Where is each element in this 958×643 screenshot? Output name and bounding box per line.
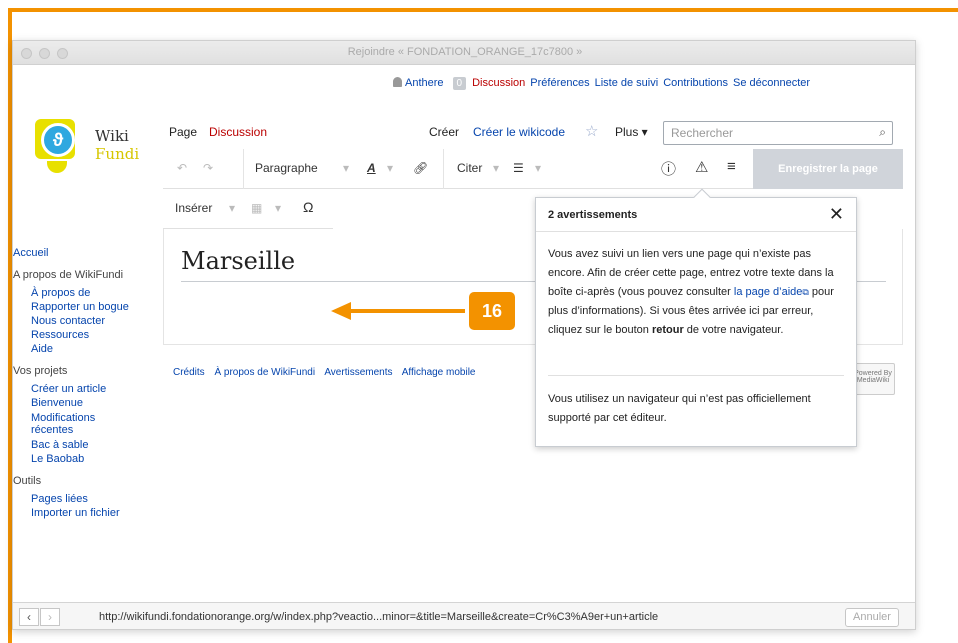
warnings-popup: 2 avertissements ✕ Vous avez suivi un li… <box>535 188 857 447</box>
sidebar-item-recent-changes[interactable]: Modifications récentes <box>31 412 121 436</box>
chevron-down-icon: ▾ <box>275 201 282 215</box>
sidebar-item-report-bug[interactable]: Rapporter un bogue <box>31 300 153 314</box>
list-icon[interactable]: ☰ <box>513 161 524 175</box>
cancel-button[interactable]: Annuler <box>845 608 899 627</box>
user-icon <box>393 77 402 87</box>
sidebar-item-home[interactable]: Accueil <box>13 246 153 260</box>
user-link[interactable]: Anthere <box>405 77 444 89</box>
more-menu[interactable]: Plus ▾ <box>615 125 648 139</box>
link-icon[interactable]: 🔗︎ <box>413 161 428 175</box>
chevron-down-icon: ▾ <box>229 201 236 215</box>
chevron-down-icon: ▾ <box>535 161 542 175</box>
sidebar-item-sandbox[interactable]: Bac à sable <box>31 438 153 452</box>
tab-create[interactable]: Créer <box>429 125 459 139</box>
annotation-arrow-icon <box>331 302 465 320</box>
sidebar-heading-tools: Outils <box>13 475 42 487</box>
status-bar: ‹ › http://wikifundi.fondationorange.org… <box>13 602 915 629</box>
close-icon[interactable]: ✕ <box>829 204 844 225</box>
sidebar-item-resources[interactable]: Ressources <box>31 328 153 342</box>
powered-by-mediawiki-badge[interactable]: Powered By MediaWiki <box>851 363 895 395</box>
tab-discussion[interactable]: Discussion <box>209 125 267 139</box>
step-number-badge: 16 <box>469 292 515 330</box>
page-title: Marseille <box>181 247 296 275</box>
page-tabs: Page Discussion Créer Créer le wikicode … <box>163 121 893 145</box>
popup-warning-missing-page: Vous avez suivi un lien vers une page qu… <box>548 248 834 336</box>
page-options-menu-icon[interactable]: ≡ <box>727 158 736 175</box>
notifications-badge[interactable]: 0 <box>452 77 467 90</box>
chevron-down-icon: ▾ <box>493 161 500 175</box>
watch-star-icon[interactable]: ☆ <box>585 122 598 140</box>
footer-link-about[interactable]: À propos de WikiFundi <box>214 367 315 378</box>
search-icon[interactable]: ⌕ <box>879 125 886 140</box>
sidebar: Accueil A propos de WikiFundi À propos d… <box>13 246 153 520</box>
sidebar-item-baobab[interactable]: Le Baobab <box>31 452 153 466</box>
footer-link-credits[interactable]: Crédits <box>173 367 205 378</box>
footer-link-mobile-view[interactable]: Affichage mobile <box>402 367 476 378</box>
sidebar-item-create-article[interactable]: Créer un article <box>31 382 153 396</box>
popup-warning-browser: Vous utilisez un navigateur qui n’est pa… <box>548 393 811 424</box>
popup-title: 2 avertissements <box>548 209 638 221</box>
chevron-down-icon: ▾ <box>343 161 350 175</box>
redo-icon[interactable]: ↷ <box>203 161 213 175</box>
sidebar-item-about[interactable]: À propos de <box>31 286 153 300</box>
text-style-icon[interactable]: A <box>367 161 376 175</box>
sidebar-item-upload-file[interactable]: Importer un fichier <box>31 506 153 520</box>
save-page-button[interactable]: Enregistrer la page <box>753 149 903 189</box>
sidebar-item-welcome[interactable]: Bienvenue <box>31 396 153 410</box>
status-url: http://wikifundi.fondationorange.org/w/i… <box>99 611 659 623</box>
sidebar-item-related-pages[interactable]: Pages liées <box>31 492 153 506</box>
logo-text-wiki: Wiki <box>95 127 129 145</box>
special-characters-icon[interactable]: Ω <box>303 199 313 215</box>
browser-window: Rejoindre « FONDATION_ORANGE_17c7800 » A… <box>12 40 916 630</box>
preferences-link[interactable]: Préférences <box>530 77 589 89</box>
chevron-down-icon: ▾ <box>387 161 394 175</box>
paragraph-format-dropdown[interactable]: Paragraphe <box>255 161 318 175</box>
user-discussion-link[interactable]: Discussion <box>472 77 525 89</box>
sidebar-heading-projects: Vos projets <box>13 365 68 377</box>
help-icon[interactable]: ⓘ <box>661 158 676 179</box>
sidebar-heading-about: A propos de WikiFundi <box>13 269 124 281</box>
forward-icon[interactable]: › <box>40 608 60 626</box>
annotation-frame-top <box>8 8 958 12</box>
footer-links: Crédits À propos de WikiFundi Avertissem… <box>173 367 482 378</box>
footer-link-disclaimers[interactable]: Avertissements <box>324 367 392 378</box>
personal-tools: Anthere 0 Discussion Préférences Liste de su… <box>393 77 815 90</box>
wikifundi-logo[interactable]: ϑ Wiki Fundi <box>25 111 165 201</box>
search-input[interactable]: Rechercher ⌕ <box>663 121 893 145</box>
logout-link[interactable]: Se déconnecter <box>733 77 810 89</box>
contributions-link[interactable]: Contributions <box>663 77 728 89</box>
tab-create-wikicode[interactable]: Créer le wikicode <box>473 125 565 139</box>
tab-page[interactable]: Page <box>169 125 197 139</box>
warning-icon[interactable]: ⚠ <box>695 158 708 176</box>
logo-icon: ϑ <box>41 123 75 157</box>
watchlist-link[interactable]: Liste de suivi <box>595 77 659 89</box>
window-title: Rejoindre « FONDATION_ORANGE_17c7800 » <box>347 46 583 58</box>
editor-toolbar-insert: Insérer ▾ ▦ ▾ Ω <box>163 189 333 229</box>
table-icon[interactable]: ▦ <box>251 201 262 215</box>
logo-text-fundi: Fundi <box>95 145 140 163</box>
back-icon[interactable]: ‹ <box>19 608 39 626</box>
insert-menu[interactable]: Insérer <box>175 201 212 215</box>
title-bar: Rejoindre « FONDATION_ORANGE_17c7800 » <box>13 41 915 65</box>
editor-toolbar: ↶ ↷ Paragraphe ▾ A ▾ 🔗︎ Citer ▾ ☰ ▾ ⓘ ⚠ … <box>163 149 903 189</box>
sidebar-item-help[interactable]: Aide <box>31 342 153 356</box>
cite-button[interactable]: Citer <box>457 161 482 175</box>
help-page-link[interactable]: la page d’aide <box>734 286 803 298</box>
sidebar-item-contact[interactable]: Nous contacter <box>31 314 153 328</box>
undo-icon[interactable]: ↶ <box>177 161 187 175</box>
